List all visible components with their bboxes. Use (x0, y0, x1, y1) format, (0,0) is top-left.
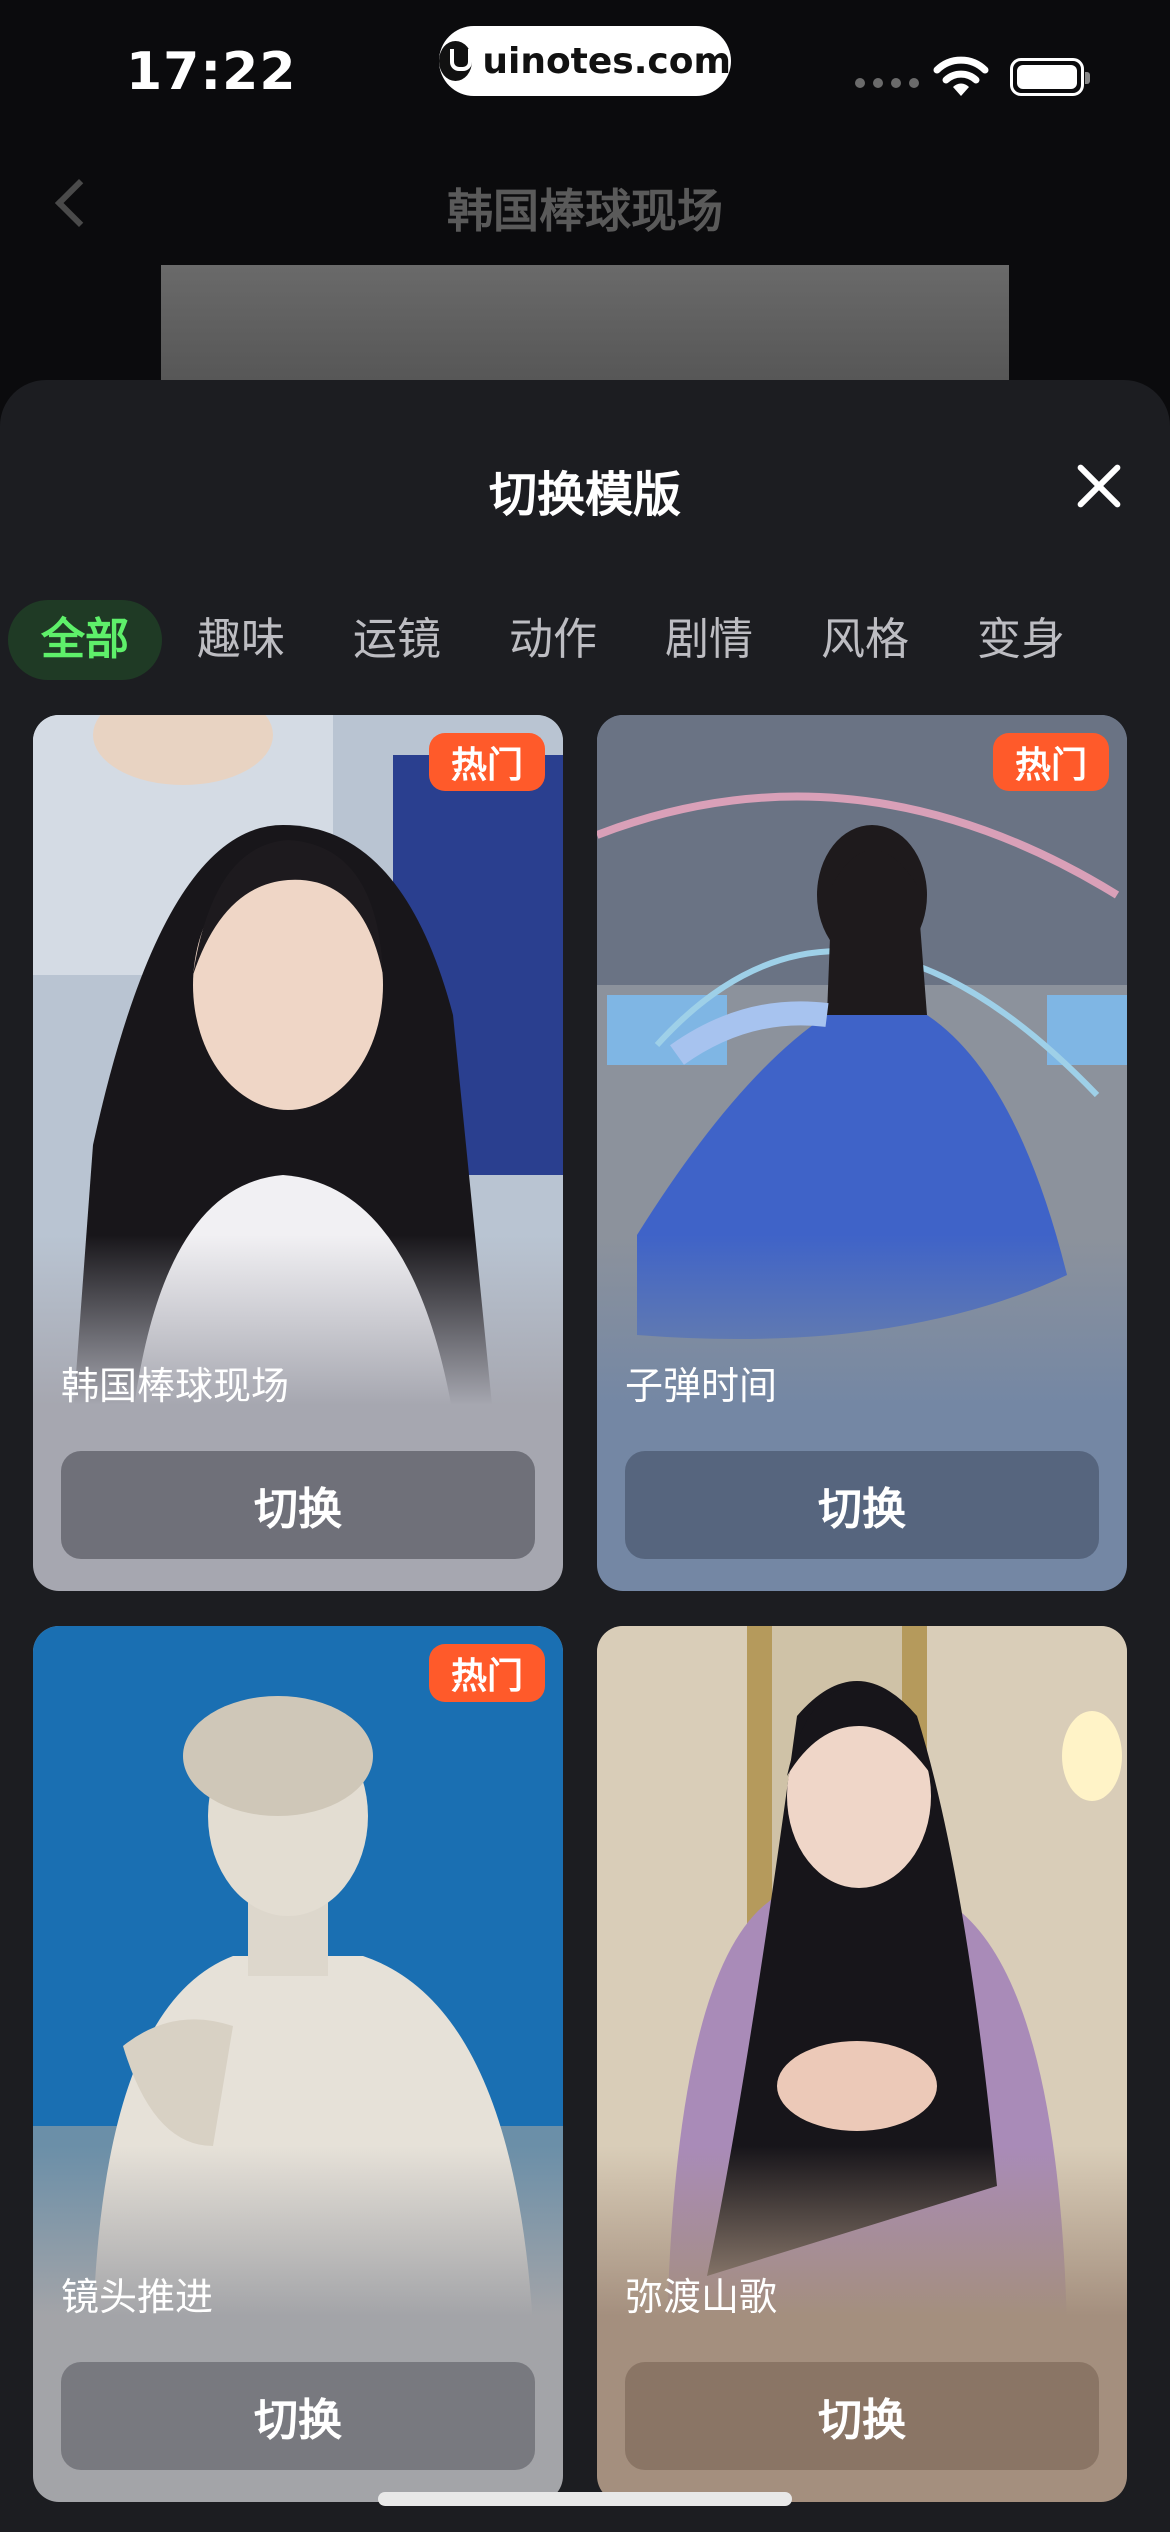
cellular-signal-icon (855, 78, 919, 88)
wifi-icon (933, 56, 989, 96)
template-name: 弥渡山歌 (625, 2275, 778, 2319)
url-badge: uinotes.com (439, 26, 731, 96)
sheet-title: 切换模版 (488, 467, 681, 523)
home-indicator (378, 2492, 792, 2506)
template-card[interactable]: 弥渡山歌 切换 (597, 1626, 1127, 2502)
template-name: 子弹时间 (625, 1364, 778, 1408)
battery-icon (1010, 58, 1090, 96)
tab-camera-move[interactable]: 运镜 (338, 600, 456, 680)
tab-fun[interactable]: 趣味 (182, 600, 300, 680)
close-icon[interactable] (1068, 455, 1130, 517)
hot-badge: 热门 (429, 733, 545, 791)
template-name: 镜头推进 (61, 2275, 214, 2319)
tab-story[interactable]: 剧情 (650, 600, 768, 680)
tab-transform[interactable]: 变身 (962, 600, 1080, 680)
hot-badge: 热门 (429, 1644, 545, 1702)
hot-badge: 热门 (993, 733, 1109, 791)
switch-button[interactable]: 切换 (61, 1451, 535, 1559)
switch-button[interactable]: 切换 (625, 1451, 1099, 1559)
switch-button[interactable]: 切换 (625, 2362, 1099, 2470)
tab-all[interactable]: 全部 (8, 600, 162, 680)
status-time: 17:22 (126, 42, 297, 102)
template-card[interactable]: 热门 镜头推进 切换 (33, 1626, 563, 2502)
template-card[interactable]: 热门 韩国棒球现场 切换 (33, 715, 563, 1591)
template-name: 韩国棒球现场 (61, 1364, 290, 1408)
template-card[interactable]: 热门 子弹时间 切换 (597, 715, 1127, 1591)
tab-style[interactable]: 风格 (806, 600, 924, 680)
tab-action[interactable]: 动作 (494, 600, 612, 680)
uinotes-logo-icon (439, 41, 473, 81)
video-preview (161, 265, 1009, 385)
category-tabs: 全部 趣味 运镜 动作 剧情 风格 变身 (0, 600, 1170, 680)
url-text: uinotes.com (482, 40, 731, 82)
page-title: 韩国棒球现场 (447, 184, 723, 238)
switch-button[interactable]: 切换 (61, 2362, 535, 2470)
